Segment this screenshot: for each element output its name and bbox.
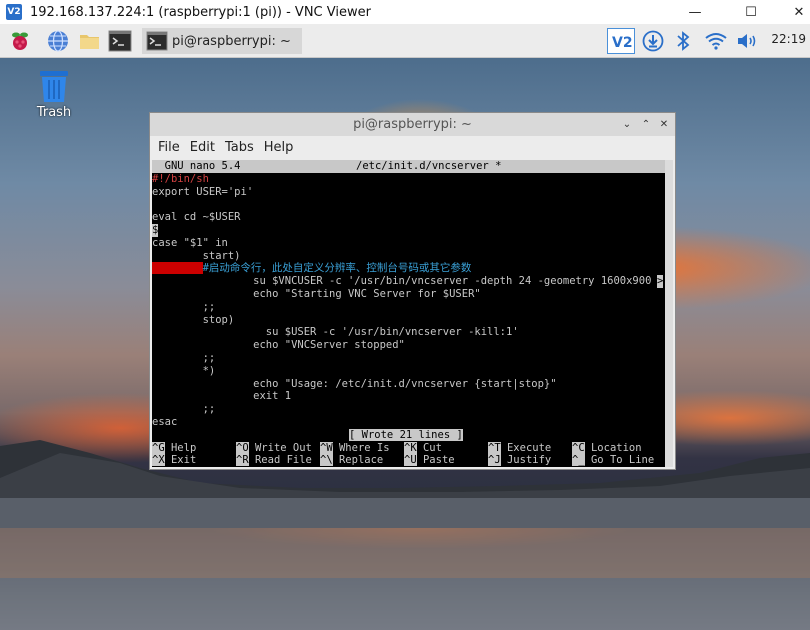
window-title: 192.168.137.224:1 (raspberrypi:1 (pi)) -… [30,4,371,20]
code-line: echo "Starting VNC Server for $USER" [152,288,481,300]
terminal-menubar: File Edit Tabs Help [150,136,675,158]
shortcut-key: ^X [152,454,165,467]
shortcut-item[interactable]: ^X Exit [152,454,196,467]
terminal-titlebar[interactable]: pi@raspberrypi: ~ ⌄ ⌃ ✕ [150,113,675,136]
shortcut-item[interactable]: ^K Cut [404,441,442,455]
menu-edit[interactable]: Edit [190,140,215,155]
code-line: echo "VNCServer stopped" [152,339,405,352]
code-line: stop) [152,313,235,326]
code-line: #启动命令行，此处自定义分辨率、控制台号码或其它参数 [152,262,471,275]
trash-icon[interactable] [34,68,74,109]
shortcut-key: ^K [404,441,417,454]
shortcut-label: Help [170,441,197,454]
globe-browser-icon[interactable] [46,29,70,53]
terminal-scrollbar[interactable] [665,160,673,467]
shortcut-label: Replace [338,454,384,467]
shortcut-label: Justify [506,454,552,467]
code-line: #!/bin/sh [152,172,209,185]
tab-whitespace-marker [152,262,203,275]
close-button[interactable]: ✕ [776,0,810,24]
shortcut-key: ^C [572,441,585,454]
code-line: eval cd ~$USER [152,211,241,224]
shortcut-key: ^W [320,441,333,454]
shortcut-label: Read File [254,454,312,467]
terminal-window[interactable]: pi@raspberrypi: ~ ⌄ ⌃ ✕ File Edit Tabs H… [149,112,676,470]
nano-filename: /etc/init.d/vncserver * [356,160,502,172]
vnc-logo-icon: V2 [6,4,22,20]
shortcut-item[interactable]: ^U Paste [404,454,455,467]
close-icon[interactable]: ✕ [657,117,671,131]
code-line: ;; [152,352,216,364]
menu-tabs[interactable]: Tabs [225,140,254,155]
shortcut-item[interactable]: ^R Read File [236,454,312,467]
code-line: su $USER -c '/usr/bin/vncserver -kill:1' [152,326,519,339]
folder-icon[interactable] [78,29,102,53]
shortcut-item[interactable]: ^C Location [572,441,642,455]
taskbar-item-label: pi@raspberrypi: ~ [172,33,291,49]
code-line: echo "Usage: /etc/init.d/vncserver {star… [152,377,557,390]
code-line: ;; [152,300,216,313]
code-line: *) [152,364,216,377]
code-comment: #启动命令行，此处自定义分辨率、控制台号码或其它参数 [202,262,472,275]
bluetooth-icon[interactable] [672,28,694,54]
download-icon[interactable] [640,28,666,54]
code-line: export USER='pi' [152,185,254,198]
menu-file[interactable]: File [158,140,180,155]
code-line: $ [152,224,159,237]
shortcut-key: ^_ [572,454,585,467]
terminal-screen[interactable]: GNU nano 5.4/etc/init.d/vncserver * #!/b… [152,160,665,467]
shortcut-item[interactable]: ^J Justify [488,454,551,467]
shortcut-item[interactable]: ^O Write Out [236,441,312,455]
wifi-icon[interactable] [702,28,730,54]
shortcut-label: Location [590,441,642,454]
shortcut-label: Exit [170,454,197,467]
code-line: su $VNCUSER -c '/usr/bin/vncserver -dept… [152,275,664,288]
shortcut-label: Write Out [254,441,312,454]
shortcut-label: Cut [422,441,442,454]
code-line: case "$1" in [152,236,228,249]
vnc-tray-icon[interactable]: V2 [607,28,635,54]
shortcut-key: ^T [488,441,501,454]
chevron-up-icon[interactable]: ⌃ [639,117,653,131]
code-text: su $VNCUSER -c '/usr/bin/vncserver -dept… [152,275,652,288]
shortcut-label: Go To Line [590,454,655,467]
trash-label: Trash [36,105,72,120]
taskbar-terminal-button[interactable]: pi@raspberrypi: ~ [142,28,302,54]
nano-version: GNU nano 5.4 [152,160,241,172]
shortcut-key: ^U [404,454,417,467]
shortcut-item[interactable]: ^G Help [152,441,197,455]
shortcut-item[interactable]: ^T Execute [488,441,552,455]
status-message: [ Wrote 21 lines ] [349,428,463,441]
shortcut-key: ^J [488,454,501,467]
clock: 22:19 [771,32,806,46]
shortcut-label: Paste [422,454,455,467]
terminal-title: pi@raspberrypi: ~ [353,117,472,132]
maximize-button[interactable]: ☐ [728,0,774,24]
shortcut-item[interactable]: ^_ Go To Line [572,454,654,467]
overflow-indicator: > [657,275,664,288]
shortcut-key: ^G [152,441,165,454]
taskbar-panel: pi@raspberrypi: ~ V2 22:19 [0,24,810,58]
code-line: esac [152,416,178,428]
svg-text:V2: V2 [612,35,632,51]
shortcut-label: Execute [506,441,552,454]
chevron-down-icon[interactable]: ⌄ [620,117,634,131]
shortcut-key: ^\ [320,454,333,467]
shortcut-key: ^O [236,441,249,454]
shortcut-key: ^R [236,454,249,467]
minimize-button[interactable]: — [672,0,718,24]
code-line: ;; [152,403,216,416]
code-line: start) [152,249,241,262]
terminal-icon [146,31,168,51]
code-line: exit 1 [152,390,292,403]
vnc-titlebar[interactable]: V2 192.168.137.224:1 (raspberrypi:1 (pi)… [0,0,810,24]
raspberry-menu-icon[interactable] [8,29,32,53]
terminal-icon[interactable] [108,29,132,53]
shortcut-label: Where Is [338,441,390,454]
menu-help[interactable]: Help [264,140,294,155]
shortcut-item[interactable]: ^\ Replace [320,454,383,467]
volume-icon[interactable] [734,28,762,54]
nano-header: GNU nano 5.4/etc/init.d/vncserver * [152,160,665,173]
shortcut-item[interactable]: ^W Where Is [320,441,390,455]
